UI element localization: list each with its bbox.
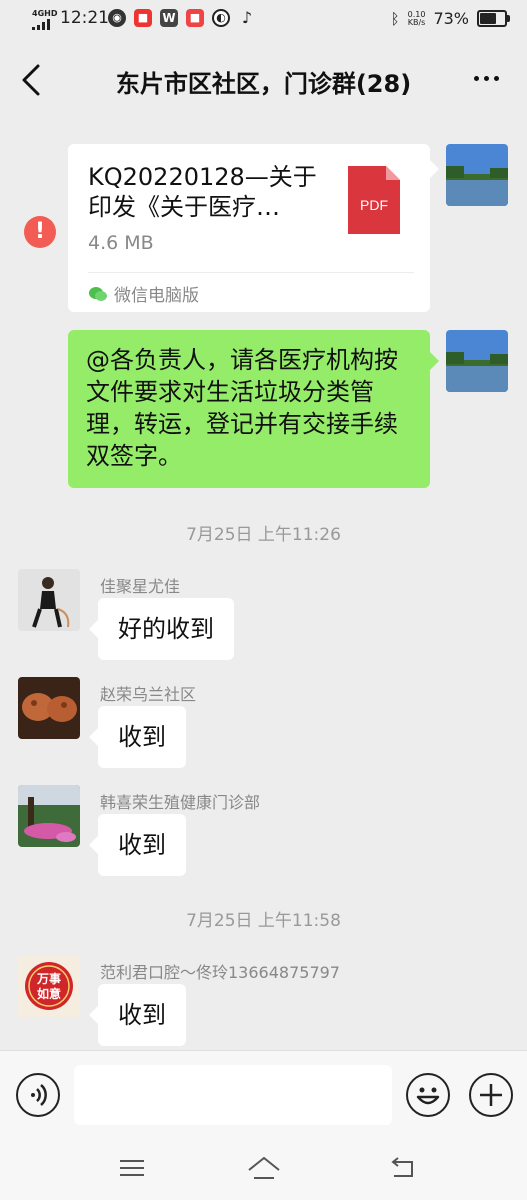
- timestamp: 7月25日 上午11:58: [186, 911, 341, 931]
- bubble-tail: [430, 160, 439, 178]
- received-message[interactable]: 收到: [98, 814, 186, 876]
- received-message[interactable]: 收到: [98, 706, 186, 768]
- divider: [88, 272, 414, 273]
- plus-icon: [480, 1084, 502, 1106]
- bubble-tail: [89, 728, 98, 746]
- battery-percent: 73%: [433, 9, 469, 28]
- network-type: 4GHD: [32, 9, 58, 18]
- home-icon[interactable]: [246, 1154, 282, 1182]
- voice-input-button[interactable]: [16, 1073, 60, 1117]
- bubble-tail: [89, 620, 98, 638]
- system-nav-bar: [0, 1136, 527, 1200]
- voice-icon: [31, 1084, 47, 1106]
- file-message[interactable]: KQ20220128—关于印发《关于医疗… 4.6 MB PDF 微信电脑版: [68, 144, 430, 312]
- emoji-icon: [416, 1087, 440, 1105]
- sender-avatar[interactable]: [18, 785, 80, 847]
- status-time: 12:21: [60, 8, 109, 28]
- sender-name: 佳聚星尤佳: [100, 577, 181, 596]
- avatar-text-top: 万事: [36, 971, 61, 986]
- sender-name: 赵荣乌兰社区: [100, 685, 197, 704]
- sent-text-message[interactable]: @各负责人，请各医疗机构按文件要求对生活垃圾分类管理，转运，登记并有交接手续双签…: [68, 330, 430, 488]
- sender-avatar[interactable]: 万事 如意: [18, 955, 80, 1017]
- file-title: KQ20220128—关于印发《关于医疗…: [88, 163, 317, 221]
- send-failed-icon[interactable]: !: [24, 216, 56, 248]
- back-nav-icon[interactable]: [388, 1156, 416, 1180]
- pdf-file-icon: PDF: [348, 166, 400, 234]
- file-source-label: 微信电脑版: [114, 286, 199, 306]
- received-message[interactable]: 好的收到: [98, 598, 234, 660]
- status-right: ᛒ 0.10 KB/s 73%: [390, 9, 510, 28]
- bubble-tail: [89, 1006, 98, 1024]
- tiktok-icon: ♪: [241, 8, 253, 27]
- my-avatar[interactable]: [446, 144, 508, 206]
- input-bar: [0, 1050, 527, 1137]
- browser-icon: ◐: [212, 9, 230, 27]
- sender-name: 范利君口腔～佟玲13664875797: [100, 963, 340, 982]
- chat-title: 东片市区社区，门诊群(28): [115, 70, 412, 98]
- avatar-text-bottom: 如意: [37, 986, 61, 1001]
- more-actions-button[interactable]: [469, 1073, 513, 1117]
- sender-avatar[interactable]: [18, 677, 80, 739]
- sender-name: 韩喜荣生殖健康门诊部: [100, 793, 261, 812]
- wechat-pc-icon: [89, 286, 107, 301]
- more-options-icon[interactable]: [474, 76, 499, 81]
- chat-header: 东片市区社区，门诊群(28): [0, 40, 527, 120]
- signal-icon: [32, 19, 50, 30]
- message-text: @各负责人，请各医疗机构按文件要求对生活垃圾分类管理，转运，登记并有交接手续双签…: [86, 346, 398, 470]
- news-app-icon: ■: [134, 9, 152, 27]
- timestamp: 7月25日 上午11:26: [186, 525, 341, 545]
- network-speed: 0.10 KB/s: [407, 9, 426, 27]
- toutiao-icon: ■: [186, 9, 204, 27]
- pdf-label: PDF: [360, 197, 388, 213]
- file-size: 4.6 MB: [88, 232, 154, 254]
- wps-icon: W: [160, 9, 178, 27]
- emoji-button[interactable]: [406, 1073, 450, 1117]
- file-source: 微信电脑版: [88, 281, 199, 306]
- notification-icons: ◉ ■ W ■ ◐ ♪: [108, 9, 256, 27]
- bubble-tail: [430, 352, 439, 370]
- bubble-tail: [89, 836, 98, 854]
- sender-avatar[interactable]: [18, 569, 80, 631]
- bluetooth-icon: ᛒ: [390, 9, 400, 28]
- my-avatar[interactable]: [446, 330, 508, 392]
- message-input[interactable]: [74, 1065, 392, 1125]
- menu-icon[interactable]: [118, 1158, 146, 1178]
- status-bar: 4GHD 12:21 ◉ ■ W ■ ◐ ♪ ᛒ 0.10 KB/s 73%: [0, 0, 527, 40]
- battery-icon: [477, 10, 510, 27]
- battery-fill: [480, 13, 497, 24]
- received-message[interactable]: 收到: [98, 984, 186, 1046]
- wechat-icon: ◉: [108, 9, 126, 27]
